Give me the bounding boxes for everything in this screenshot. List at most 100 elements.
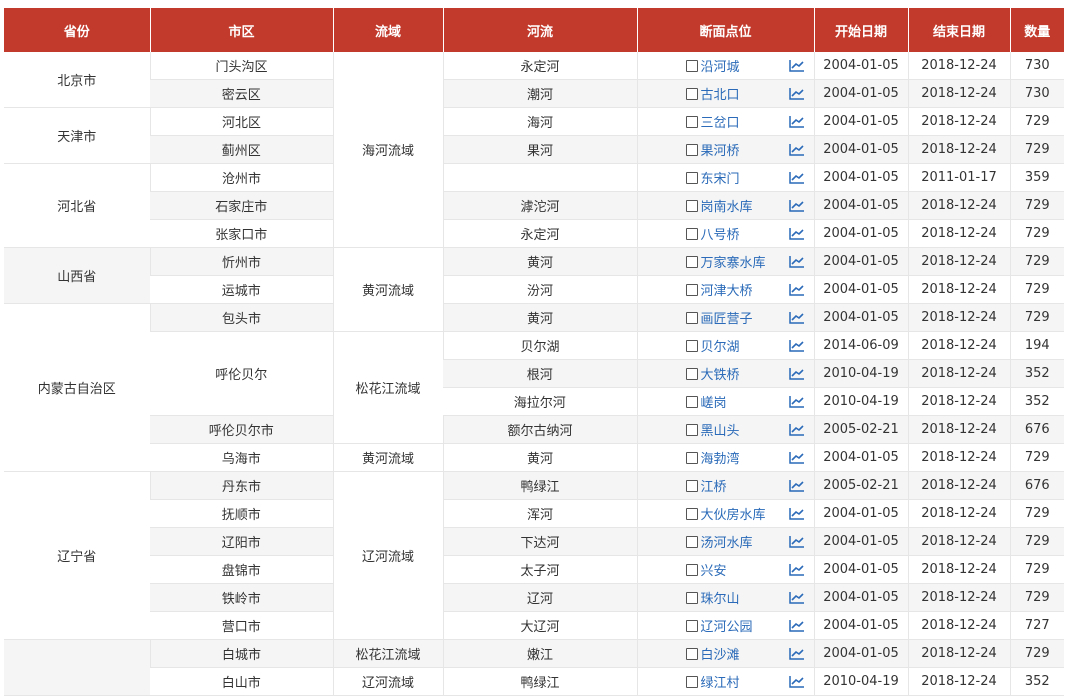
site-link[interactable]: 东宋门 bbox=[701, 168, 740, 187]
checkbox-icon[interactable] bbox=[685, 115, 698, 128]
checkbox-icon[interactable] bbox=[685, 227, 698, 240]
site-link[interactable]: 嵯岗 bbox=[701, 392, 727, 411]
count-cell: 352 bbox=[1009, 387, 1064, 416]
site-link[interactable]: 河津大桥 bbox=[701, 280, 753, 299]
line-chart-icon[interactable] bbox=[788, 451, 806, 465]
line-chart-icon[interactable] bbox=[788, 535, 806, 549]
line-chart-icon[interactable] bbox=[788, 143, 806, 157]
checkbox-icon[interactable] bbox=[685, 171, 698, 184]
line-chart-icon[interactable] bbox=[788, 395, 806, 409]
header-end-date: 结束日期 bbox=[907, 8, 1010, 52]
checkbox-icon[interactable] bbox=[685, 311, 698, 324]
count-cell: 729 bbox=[1009, 135, 1064, 164]
site-link[interactable]: 大铁桥 bbox=[701, 364, 740, 383]
checkbox-icon[interactable] bbox=[685, 339, 698, 352]
site-link[interactable]: 岗南水库 bbox=[701, 196, 753, 215]
city-cell: 白城市 bbox=[149, 639, 333, 668]
header-city: 市区 bbox=[149, 8, 333, 52]
checkbox-icon[interactable] bbox=[685, 479, 698, 492]
count-cell: 676 bbox=[1009, 415, 1064, 444]
checkbox-icon[interactable] bbox=[685, 591, 698, 604]
line-chart-icon[interactable] bbox=[788, 171, 806, 185]
line-chart-icon[interactable] bbox=[788, 507, 806, 521]
end-date-cell: 2018-12-24 bbox=[907, 275, 1010, 304]
checkbox-icon[interactable] bbox=[685, 367, 698, 380]
site-link[interactable]: 贝尔湖 bbox=[701, 336, 740, 355]
line-chart-icon[interactable] bbox=[788, 479, 806, 493]
checkbox-icon[interactable] bbox=[685, 87, 698, 100]
site-cell: 大铁桥 bbox=[636, 359, 814, 388]
city-cell: 忻州市 bbox=[149, 247, 333, 276]
site-link[interactable]: 沿河城 bbox=[701, 56, 740, 75]
line-chart-icon[interactable] bbox=[788, 115, 806, 129]
site-link[interactable]: 珠尔山 bbox=[701, 588, 740, 607]
line-chart-icon[interactable] bbox=[788, 59, 806, 73]
checkbox-icon[interactable] bbox=[685, 451, 698, 464]
end-date-cell: 2018-12-24 bbox=[907, 415, 1010, 444]
checkbox-icon[interactable] bbox=[685, 255, 698, 268]
checkbox-icon[interactable] bbox=[685, 507, 698, 520]
site-link[interactable]: 辽河公园 bbox=[701, 616, 753, 635]
site-link[interactable]: 绿江村 bbox=[701, 672, 740, 691]
site-link[interactable]: 万家寨水库 bbox=[701, 252, 766, 271]
site-cell: 果河桥 bbox=[636, 135, 814, 164]
site-link[interactable]: 八号桥 bbox=[701, 224, 740, 243]
checkbox-icon[interactable] bbox=[685, 535, 698, 548]
end-date-cell: 2018-12-24 bbox=[907, 219, 1010, 248]
site-link[interactable]: 果河桥 bbox=[701, 140, 740, 159]
line-chart-icon[interactable] bbox=[788, 199, 806, 213]
checkbox-icon[interactable] bbox=[685, 143, 698, 156]
end-date-cell: 2018-12-24 bbox=[907, 135, 1010, 164]
line-chart-icon[interactable] bbox=[788, 87, 806, 101]
line-chart-icon[interactable] bbox=[788, 591, 806, 605]
checkbox-icon[interactable] bbox=[685, 199, 698, 212]
line-chart-icon[interactable] bbox=[788, 675, 806, 689]
start-date-cell: 2004-01-05 bbox=[813, 79, 908, 108]
river-cell: 汾河 bbox=[442, 275, 637, 304]
line-chart-icon[interactable] bbox=[788, 339, 806, 353]
line-chart-icon[interactable] bbox=[788, 227, 806, 241]
city-cell: 密云区 bbox=[150, 79, 333, 108]
checkbox-icon[interactable] bbox=[685, 59, 698, 72]
site-link[interactable]: 兴安 bbox=[701, 560, 727, 579]
line-chart-icon[interactable] bbox=[788, 619, 806, 633]
line-chart-icon[interactable] bbox=[788, 367, 806, 381]
site-selector: 海勃湾 bbox=[685, 448, 740, 467]
checkbox-icon[interactable] bbox=[685, 563, 698, 576]
city-cell: 呼伦贝尔 bbox=[150, 331, 333, 416]
basin-cell: 松花江流域 bbox=[332, 331, 443, 444]
line-chart-icon[interactable] bbox=[788, 311, 806, 325]
line-chart-icon[interactable] bbox=[788, 563, 806, 577]
site-link[interactable]: 画匠营子 bbox=[701, 308, 753, 327]
site-selector: 白沙滩 bbox=[685, 644, 740, 663]
site-cell: 兴安 bbox=[636, 555, 814, 584]
site-link[interactable]: 江桥 bbox=[701, 476, 727, 495]
site-cell: 海勃湾 bbox=[636, 443, 814, 472]
checkbox-icon[interactable] bbox=[685, 647, 698, 660]
end-date-cell: 2018-12-24 bbox=[907, 79, 1010, 108]
site-link[interactable]: 海勃湾 bbox=[701, 448, 740, 467]
river-cell: 浑河 bbox=[442, 499, 637, 528]
checkbox-icon[interactable] bbox=[685, 619, 698, 632]
count-cell: 730 bbox=[1009, 52, 1064, 80]
checkbox-icon[interactable] bbox=[685, 423, 698, 436]
count-cell: 729 bbox=[1009, 639, 1064, 668]
line-chart-icon[interactable] bbox=[788, 423, 806, 437]
checkbox-icon[interactable] bbox=[685, 283, 698, 296]
site-link[interactable]: 汤河水库 bbox=[701, 532, 753, 551]
checkbox-icon[interactable] bbox=[685, 675, 698, 688]
site-link[interactable]: 三岔口 bbox=[701, 112, 740, 131]
line-chart-icon[interactable] bbox=[788, 283, 806, 297]
line-chart-icon[interactable] bbox=[788, 255, 806, 269]
checkbox-icon[interactable] bbox=[685, 395, 698, 408]
start-date-cell: 2010-04-19 bbox=[813, 359, 908, 388]
count-cell: 729 bbox=[1009, 107, 1064, 136]
site-link[interactable]: 古北口 bbox=[701, 84, 740, 103]
river-cell: 黄河 bbox=[442, 443, 637, 472]
site-link[interactable]: 黑山头 bbox=[701, 420, 740, 439]
table-row: 运城市 汾河 河津大桥 2004-01-05 2018-12-24 729 bbox=[4, 275, 1064, 304]
line-chart-icon[interactable] bbox=[788, 647, 806, 661]
header-basin: 流域 bbox=[332, 8, 443, 52]
site-link[interactable]: 白沙滩 bbox=[701, 644, 740, 663]
site-link[interactable]: 大伙房水库 bbox=[701, 504, 766, 523]
